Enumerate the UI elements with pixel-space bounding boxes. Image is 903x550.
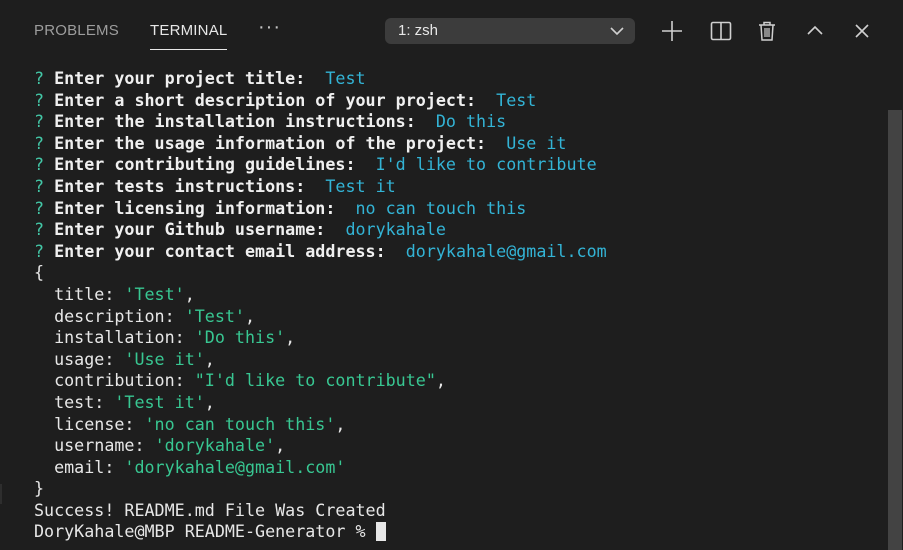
prompt-line: ? Enter tests instructions: Test it [34, 176, 884, 198]
object-value: "I'd like to contribute" [194, 370, 436, 391]
prompt-question: Enter your Github username: [54, 219, 326, 240]
object-key: email: [54, 456, 115, 477]
prompt-answer: dorykahale@gmail.com [405, 240, 607, 261]
question-mark: ? [34, 89, 45, 110]
object-entry: usage: 'Use it', [34, 349, 884, 371]
panel-tab-bar: PROBLEMS TERMINAL ··· 1: zsh [0, 0, 903, 62]
question-mark: ? [34, 240, 45, 261]
object-value: 'Test' [184, 305, 245, 326]
question-mark: ? [34, 154, 45, 175]
prompt-line: ? Enter your project title: Test [34, 68, 884, 90]
chevron-down-icon [609, 18, 625, 53]
object-comma: , [244, 305, 256, 326]
prompt-answer: Test [325, 68, 366, 88]
prompt-question: Enter a short description of your projec… [54, 89, 477, 110]
prompt-question: Enter licensing information: [54, 197, 336, 218]
prompt-answer: I'd like to contribute [375, 154, 597, 175]
object-key: test: [54, 391, 105, 412]
object-comma: , [204, 348, 215, 369]
object-entry: title: 'Test', [34, 284, 884, 306]
object-value: 'no can touch this' [144, 413, 336, 434]
object-open: { [34, 262, 45, 283]
prompt-question: Enter your project title: [54, 68, 306, 88]
shell-prompt-line: DoryKahale@MBP README-Generator % [34, 521, 884, 543]
prompt-answer: Do this [435, 111, 507, 132]
object-comma: , [275, 435, 286, 456]
object-key: description: [54, 305, 175, 326]
object-entry: license: 'no can touch this', [34, 414, 884, 436]
object-comma: , [335, 413, 346, 434]
object-value: 'Test it' [114, 391, 205, 412]
object-comma: , [184, 283, 195, 304]
object-key: installation: [54, 327, 185, 348]
prompt-question: Enter the usage information of the proje… [54, 132, 487, 153]
terminal-panel: PROBLEMS TERMINAL ··· 1: zsh ? Enter you… [0, 0, 903, 550]
object-value: 'Test' [124, 283, 185, 304]
object-key: contribution: [54, 370, 185, 391]
object-key: license: [54, 413, 135, 434]
object-entry: installation: 'Do this', [34, 327, 884, 349]
prompt-question: Enter your contact email address: [54, 240, 386, 261]
question-mark: ? [34, 132, 45, 153]
prompt-line: ? Enter licensing information: no can to… [34, 198, 884, 220]
object-entry: description: 'Test', [34, 306, 884, 328]
plus-icon[interactable] [659, 18, 685, 44]
prompt-line: ? Enter the usage information of the pro… [34, 133, 884, 155]
question-mark: ? [34, 197, 45, 218]
prompt-answer: dorykahale [345, 219, 446, 240]
terminal-select-value: 1: zsh [398, 22, 439, 39]
terminal-scrollbar[interactable] [888, 110, 902, 550]
question-mark: ? [34, 68, 45, 88]
trash-icon[interactable] [754, 18, 780, 44]
tab-terminal[interactable]: TERMINAL [150, 22, 228, 50]
prompt-line: ? Enter a short description of your proj… [34, 90, 884, 112]
terminal-output[interactable]: ? Enter your project title: Test? Enter … [34, 68, 884, 543]
prompt-question: Enter the installation instructions: [54, 111, 416, 132]
prompt-line: ? Enter your Github username: dorykahale [34, 219, 884, 241]
more-actions-icon[interactable]: ··· [258, 16, 281, 39]
success-message: Success! README.md File Was Created [34, 499, 386, 520]
tab-problems[interactable]: PROBLEMS [34, 22, 119, 39]
object-value: 'Do this' [194, 327, 286, 348]
text-cursor [375, 522, 386, 542]
prompt-question: Enter contributing guidelines: [54, 154, 356, 175]
object-value: 'Use it' [124, 348, 205, 369]
question-mark: ? [34, 175, 45, 196]
question-mark: ? [34, 219, 45, 240]
object-key: title: [54, 283, 115, 304]
object-entry: test: 'Test it', [34, 392, 884, 414]
prompt-answer: no can touch this [355, 197, 527, 218]
question-mark: ? [34, 111, 45, 132]
shell-prompt: DoryKahale@MBP README-Generator % [34, 521, 376, 542]
object-entry: contribution: "I'd like to contribute", [34, 370, 884, 392]
chevron-up-icon[interactable] [802, 18, 828, 44]
object-entry: email: 'dorykahale@gmail.com' [34, 457, 884, 479]
object-comma: , [285, 327, 296, 348]
split-icon[interactable] [708, 18, 734, 44]
object-key: usage: [54, 348, 115, 369]
object-value: 'dorykahale' [154, 435, 276, 456]
prompt-question: Enter tests instructions: [54, 175, 306, 196]
prompt-line: ? Enter contributing guidelines: I'd lik… [34, 154, 884, 176]
close-icon[interactable] [849, 18, 875, 44]
object-key: username: [54, 435, 145, 456]
object-entry: username: 'dorykahale', [34, 435, 884, 457]
object-close: } [34, 478, 45, 499]
prompt-line: ? Enter your contact email address: dory… [34, 241, 884, 263]
object-comma: , [435, 370, 446, 391]
prompt-answer: Test it [325, 175, 396, 196]
prompt-line: ? Enter the installation instructions: D… [34, 111, 884, 133]
terminal-select[interactable]: 1: zsh [385, 18, 635, 44]
panel-edge [0, 484, 2, 504]
object-value: 'dorykahale@gmail.com' [124, 456, 346, 477]
prompt-answer: Test [496, 89, 537, 110]
object-comma: , [204, 391, 215, 412]
prompt-answer: Use it [506, 132, 567, 153]
